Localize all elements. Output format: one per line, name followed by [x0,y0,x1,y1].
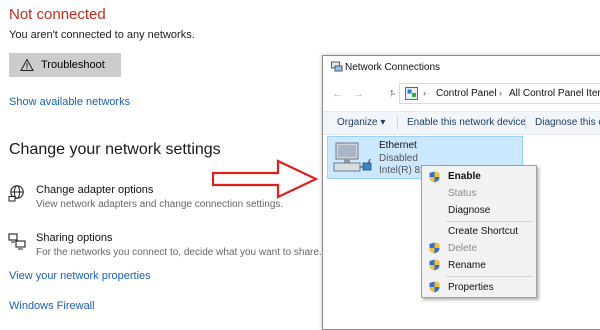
menu-item-delete[interactable]: Delete [448,243,477,254]
menu-item-properties[interactable]: Properties [448,282,494,293]
troubleshoot-button[interactable]: Troubleshoot [9,53,121,77]
back-arrow-icon[interactable]: ← [332,88,343,100]
menu-item-rename[interactable]: Rename [448,260,486,271]
ethernet-adapter-icon [333,142,372,172]
breadcrumb-control-panel[interactable]: Control Panel [436,88,497,99]
network-adapter-icon [8,185,24,202]
section-heading: Change your network settings [9,141,221,158]
warning-icon [20,58,34,71]
change-adapter-options-description: View network adapters and change connect… [36,199,284,210]
view-network-properties-link[interactable]: View your network properties [9,270,151,282]
uac-shield-icon [429,171,440,183]
annotation-arrow [212,159,318,199]
control-panel-icon [405,87,418,100]
command-divider [525,116,526,130]
address-row: ← → ↑ ⌄ › Control Panel › All Control Pa… [323,80,600,108]
sharing-options-description: For the networks you connect to, decide … [36,247,322,258]
windows-firewall-link[interactable]: Windows Firewall [9,300,95,312]
menu-item-status[interactable]: Status [448,188,476,199]
address-bar[interactable]: ⌄ › Control Panel › All Control Panel It… [390,83,600,104]
adapter-status: Disabled [379,153,418,164]
window-titlebar: Network Connections [323,56,600,79]
troubleshoot-label: Troubleshoot [41,59,105,71]
context-menu: Enable Status Diagnose Create Shortcut D… [421,165,537,298]
menu-item-diagnose[interactable]: Diagnose [448,205,490,216]
menu-separator [446,276,533,277]
adapter-name: Ethernet [379,140,417,151]
enable-device-button[interactable]: Enable this network device [407,117,526,128]
window-title: Network Connections [345,62,441,73]
diagnose-connection-button[interactable]: Diagnose this c [535,117,600,128]
menu-separator [446,221,533,222]
menu-item-enable[interactable]: Enable [448,171,481,182]
menu-item-create-shortcut[interactable]: Create Shortcut [448,226,518,237]
command-divider [397,116,398,130]
connection-status-title: Not connected [9,6,106,23]
connection-status-description: You aren't connected to any networks. [9,29,195,41]
command-bar: Organize ▾ Enable this network device Di… [323,111,600,135]
forward-arrow-icon[interactable]: → [353,88,364,100]
uac-shield-icon [429,242,440,254]
breadcrumb-separator-icon: › [499,88,502,98]
recent-locations-dropdown-icon[interactable]: ⌄ [390,88,397,97]
uac-shield-icon [429,259,440,271]
breadcrumb-all-control-panel-items[interactable]: All Control Panel Items [509,88,600,99]
uac-shield-icon [429,281,440,293]
organize-menu-button[interactable]: Organize ▾ [337,117,385,128]
sharing-icon [8,233,26,250]
show-available-networks-link[interactable]: Show available networks [9,96,130,108]
change-adapter-options-link[interactable]: Change adapter options [36,184,153,196]
sharing-options-link[interactable]: Sharing options [36,232,112,244]
network-connections-icon [331,61,343,72]
breadcrumb-separator-icon: › [423,88,426,98]
